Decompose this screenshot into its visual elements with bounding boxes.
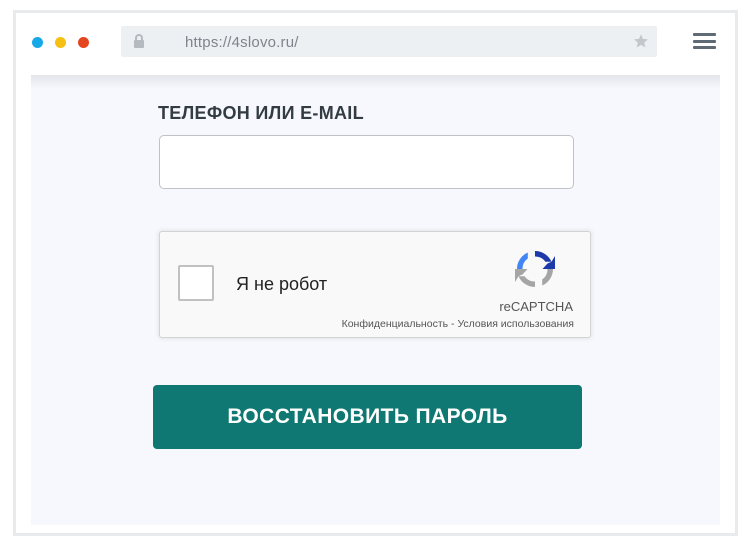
address-bar[interactable]: https://4slovo.ru/ [121,26,657,57]
window-dot-red[interactable] [78,37,89,48]
recaptcha-privacy-link[interactable]: Конфиденциальность [342,318,449,330]
recaptcha-link-separator: - [451,318,455,330]
hamburger-menu-icon[interactable] [693,33,716,51]
browser-toolbar: https://4slovo.ru/ [16,13,735,75]
recaptcha-links: Конфиденциальность - Условия использован… [342,318,574,330]
recaptcha-terms-link[interactable]: Условия использования [457,318,574,330]
lock-icon [133,34,145,53]
url-text[interactable]: https://4slovo.ru/ [185,34,299,51]
recaptcha-checkbox[interactable] [178,265,214,301]
phone-email-input[interactable] [159,135,574,189]
restore-password-button[interactable]: ВОССТАНОВИТЬ ПАРОЛЬ [153,385,582,449]
recaptcha-widget: Я не робот reCAPTCHA Конфиденциальность … [159,231,591,338]
recaptcha-brand: reCAPTCHA [499,299,573,314]
browser-window: https://4slovo.ru/ ТЕЛЕФОН ИЛИ E-MAIL Я … [13,10,738,536]
recaptcha-checkbox-label: Я не робот [236,274,328,294]
star-icon[interactable] [633,33,649,54]
window-dot-blue[interactable] [32,37,43,48]
phone-email-label: ТЕЛЕФОН ИЛИ E-MAIL [158,103,364,123]
window-dot-yellow[interactable] [55,37,66,48]
page-content: ТЕЛЕФОН ИЛИ E-MAIL Я не робот reCAPTCHA … [31,75,720,525]
recaptcha-logo-icon [512,246,558,297]
toolbar-shadow [31,75,720,89]
